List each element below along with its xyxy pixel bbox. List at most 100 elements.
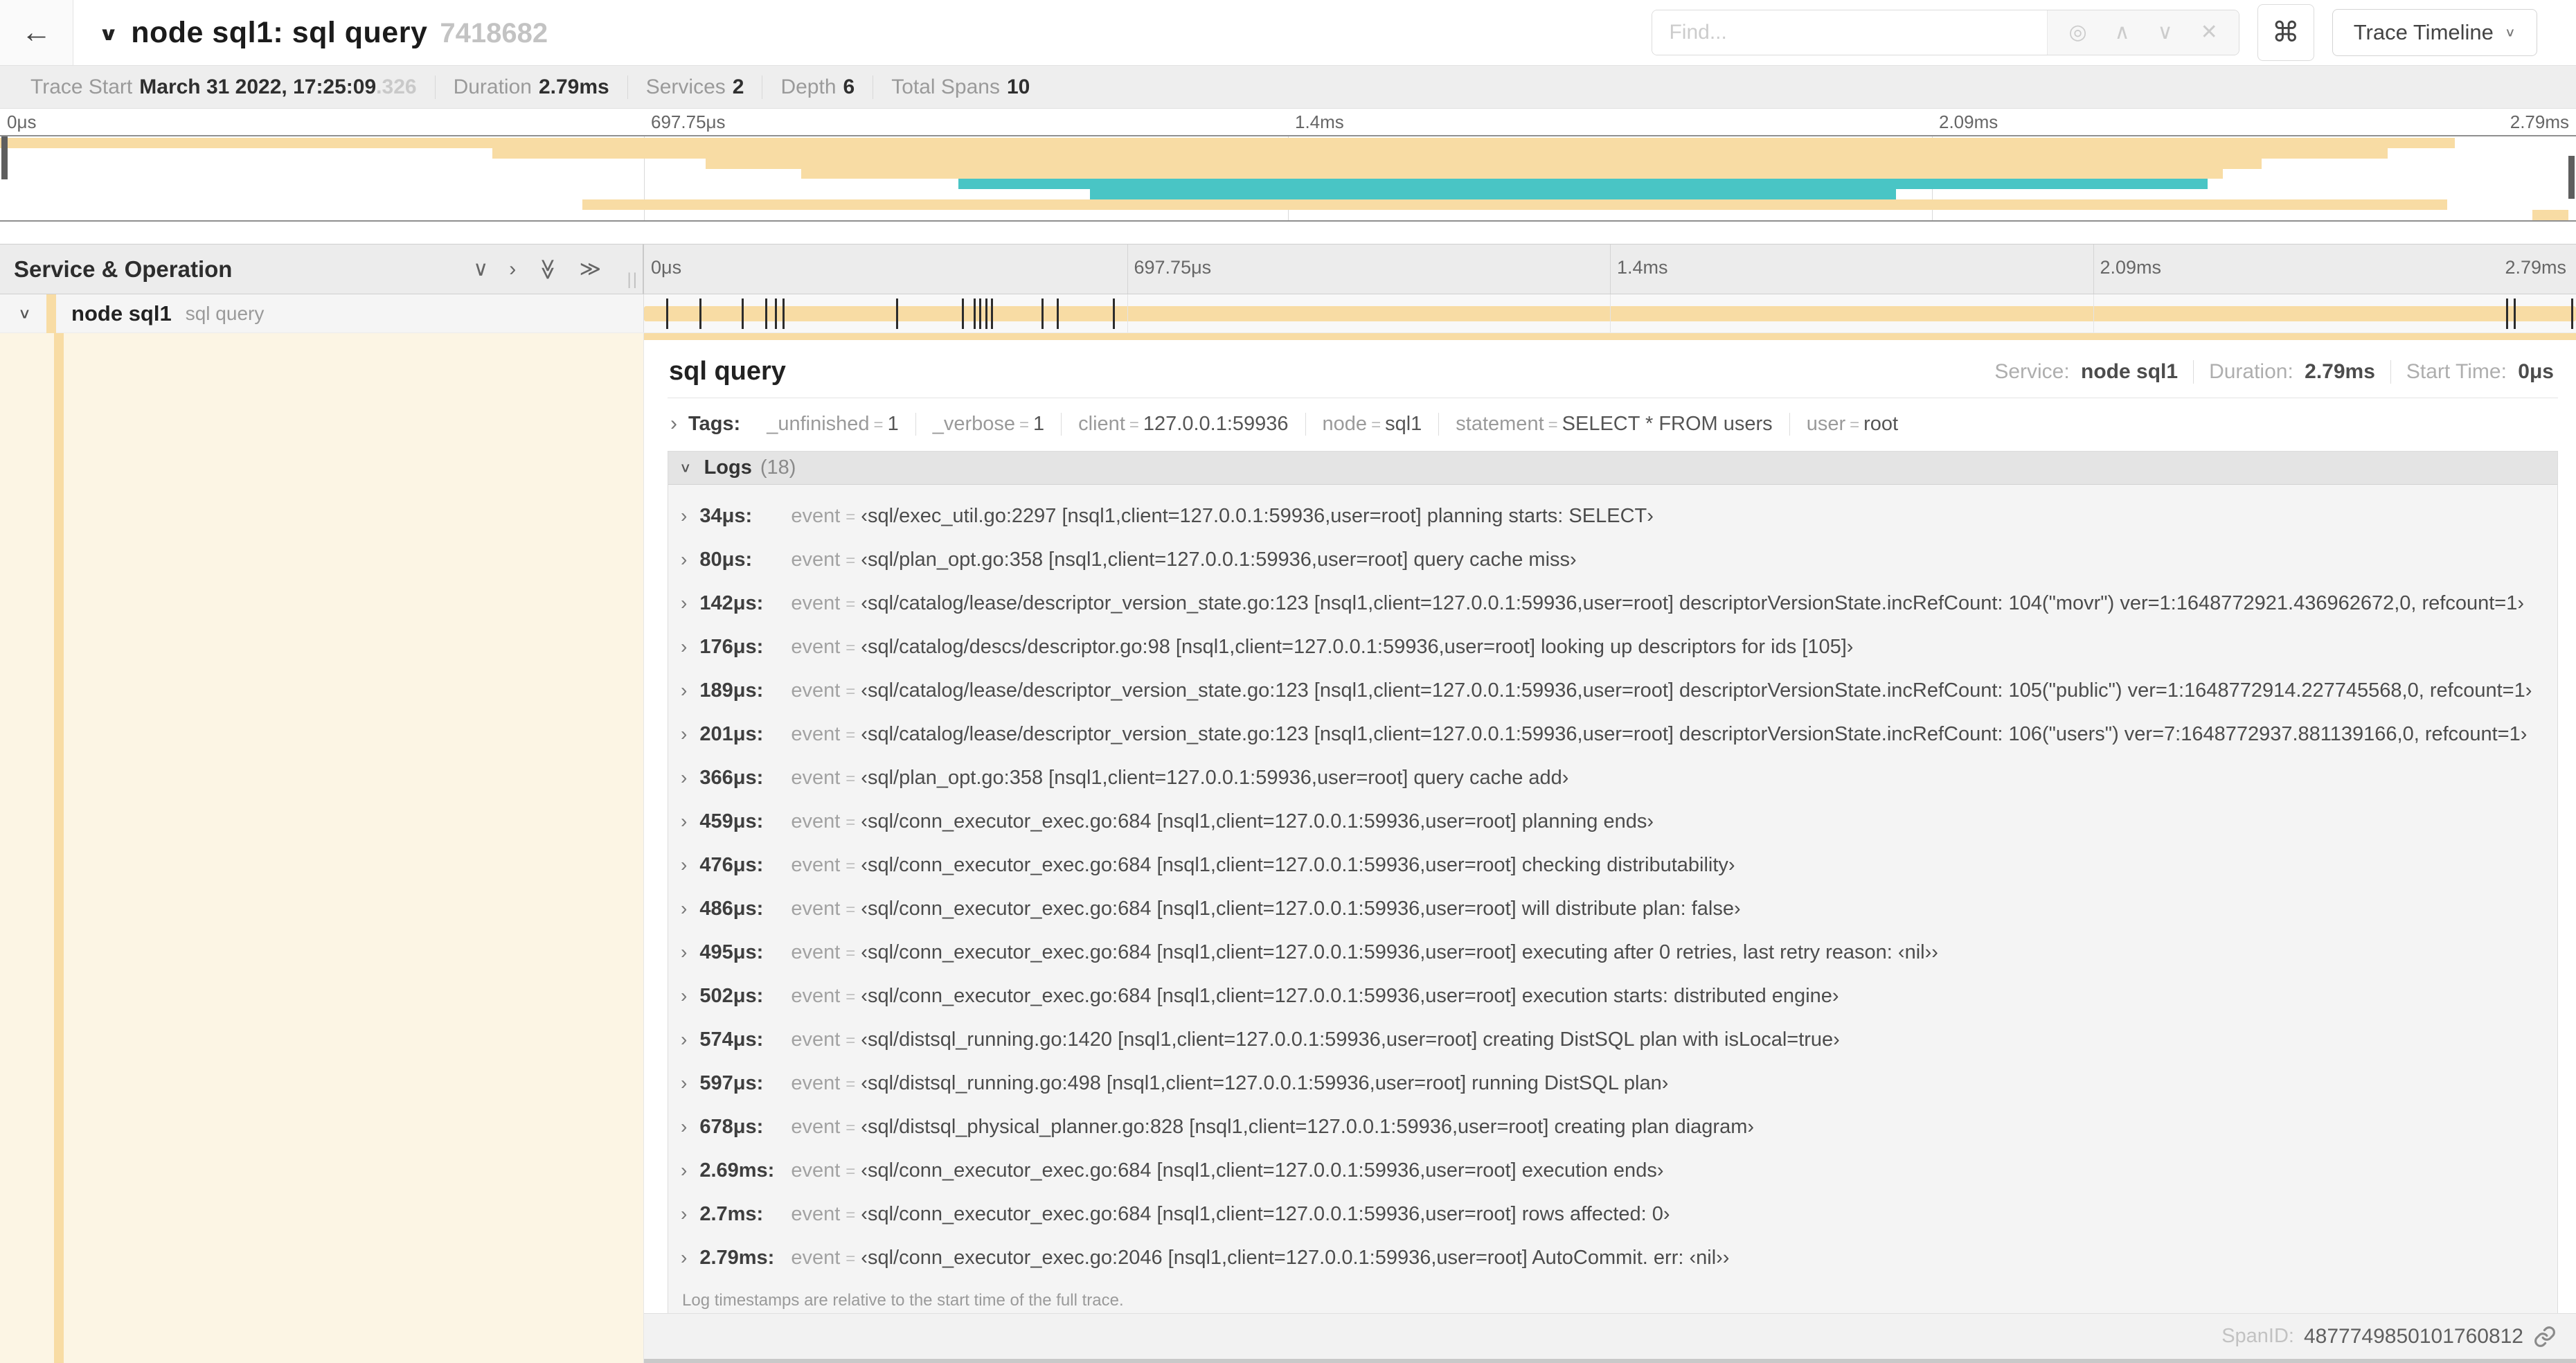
column-resizer-handle[interactable]: || bbox=[627, 270, 638, 289]
chevron-right-icon[interactable]: › bbox=[681, 549, 687, 571]
tags-row[interactable]: › Tags: _unfinished = 1 _verbose = 1 client = 12… bbox=[668, 398, 2558, 451]
log-timestamp: 459μs: bbox=[699, 810, 764, 832]
deep-link-icon[interactable] bbox=[2533, 1325, 2557, 1348]
log-row[interactable]: › 2.79ms: event = ‹sql/conn_executor_exec.go… bbox=[668, 1236, 2557, 1280]
chevron-down-icon[interactable]: ∨ bbox=[679, 460, 692, 476]
minimap-right-scrub-handle[interactable] bbox=[2568, 156, 2575, 199]
span-name-cell[interactable]: ∨ node sql1 sql query bbox=[0, 294, 644, 333]
chevron-right-icon[interactable]: › bbox=[681, 985, 687, 1007]
chevron-right-icon[interactable]: › bbox=[681, 1072, 687, 1094]
log-field-key: event bbox=[791, 985, 841, 1007]
log-row[interactable]: › 80μs: event = ‹sql/plan_opt.go:358 [nsql1,… bbox=[668, 538, 2557, 582]
logs-header[interactable]: ∨ Logs (18) bbox=[668, 452, 2557, 485]
chevron-right-icon[interactable]: › bbox=[681, 941, 687, 963]
bottom-scroll-edge bbox=[644, 1359, 2576, 1363]
log-timestamp: 189μs: bbox=[699, 679, 764, 702]
log-field-key: event bbox=[791, 549, 841, 571]
log-field-value: ‹sql/conn_executor_exec.go:684 [nsql1,cl… bbox=[861, 985, 1839, 1007]
log-field-key: event bbox=[791, 854, 841, 876]
log-tick-mark bbox=[764, 299, 767, 329]
tag-item[interactable]: user = root bbox=[1790, 413, 1915, 436]
log-equals: = bbox=[846, 639, 856, 657]
span-meta-item: Start Time: 0μs bbox=[2406, 359, 2554, 383]
log-row[interactable]: › 142μs: event = ‹sql/catalog/lease/descript… bbox=[668, 582, 2557, 625]
minimap-left-scrub-handle[interactable] bbox=[1, 136, 8, 179]
collapse-all-icon[interactable]: ≫ bbox=[537, 258, 560, 280]
close-icon[interactable]: ✕ bbox=[2201, 22, 2218, 43]
log-row[interactable]: › 574μs: event = ‹sql/distsql_running.go:142… bbox=[668, 1018, 2557, 1062]
log-field-value: ‹sql/conn_executor_exec.go:684 [nsql1,cl… bbox=[861, 810, 1654, 832]
chevron-right-icon[interactable]: › bbox=[681, 505, 687, 527]
log-field-key: event bbox=[791, 1028, 841, 1051]
chevron-down-icon[interactable]: ∨ bbox=[18, 305, 31, 322]
chevron-right-icon[interactable]: › bbox=[681, 898, 687, 920]
chevron-right-icon[interactable]: › bbox=[681, 592, 687, 614]
minimap-tick-label: 697.75μs bbox=[651, 112, 726, 132]
timeline-tick-label: 0μs bbox=[651, 257, 682, 278]
chevron-down-icon[interactable]: ∨ bbox=[2158, 22, 2173, 43]
keyboard-shortcuts-button[interactable]: ⌘ bbox=[2257, 4, 2314, 61]
log-row[interactable]: › 34μs: event = ‹sql/exec_util.go:2297 [nsql… bbox=[668, 495, 2557, 538]
chevron-up-icon[interactable]: ∧ bbox=[2115, 22, 2130, 43]
log-row[interactable]: › 597μs: event = ‹sql/distsql_running.go:498… bbox=[668, 1062, 2557, 1105]
expand-all-icon[interactable]: ≫ bbox=[580, 258, 601, 280]
log-timestamp: 34μs: bbox=[699, 505, 753, 527]
tag-item[interactable]: _verbose = 1 bbox=[916, 412, 1062, 436]
tag-item[interactable]: _unfinished = 1 bbox=[750, 412, 916, 436]
trace-summary-item: Total Spans 10 bbox=[873, 75, 1048, 99]
minimap-tick-label: 2.09ms bbox=[1939, 112, 1998, 132]
log-row[interactable]: › 176μs: event = ‹sql/catalog/descs/descript… bbox=[668, 625, 2557, 669]
view-selector-button[interactable]: Trace Timeline ∨ bbox=[2332, 9, 2537, 56]
log-tick-mark bbox=[991, 299, 994, 329]
span-detail-header: sql query Service: node sql1 Duration: 2.… bbox=[668, 350, 2558, 398]
log-row[interactable]: › 2.69ms: event = ‹sql/conn_executor_exec.go… bbox=[668, 1149, 2557, 1193]
chevron-right-icon[interactable]: › bbox=[681, 1247, 687, 1269]
log-row[interactable]: › 366μs: event = ‹sql/plan_opt.go:358 [nsql1… bbox=[668, 756, 2557, 800]
tag-item[interactable]: client = 127.0.0.1:59936 bbox=[1062, 412, 1306, 436]
minimap-canvas[interactable] bbox=[0, 135, 2576, 222]
log-row[interactable]: › 486μs: event = ‹sql/conn_executor_exec.go:… bbox=[668, 887, 2557, 931]
log-row[interactable]: › 189μs: event = ‹sql/catalog/lease/descript… bbox=[668, 669, 2557, 713]
find-input[interactable] bbox=[1652, 10, 2048, 55]
find-box: ◎ ∧ ∨ ✕ bbox=[1652, 10, 2239, 55]
timeline-tick-label: 2.09ms bbox=[2100, 257, 2162, 278]
log-timestamp: 142μs: bbox=[699, 592, 764, 614]
log-row[interactable]: › 502μs: event = ‹sql/conn_executor_exec.go:… bbox=[668, 974, 2557, 1018]
tag-item[interactable]: statement = SELECT * FROM users bbox=[1439, 412, 1790, 436]
chevron-right-icon[interactable]: › bbox=[681, 723, 687, 745]
expand-one-icon[interactable]: › bbox=[509, 258, 516, 280]
chevron-right-icon[interactable]: › bbox=[681, 1159, 687, 1182]
chevron-right-icon[interactable]: › bbox=[670, 412, 677, 436]
log-equals: = bbox=[846, 813, 856, 832]
log-row[interactable]: › 2.7ms: event = ‹sql/conn_executor_exec.go:… bbox=[668, 1193, 2557, 1236]
log-row[interactable]: › 201μs: event = ‹sql/catalog/lease/descript… bbox=[668, 713, 2557, 756]
log-field-value: ‹sql/catalog/lease/descriptor_version_st… bbox=[861, 723, 2528, 745]
log-timestamp: 366μs: bbox=[699, 767, 764, 789]
span-row: ∨ node sql1 sql query bbox=[0, 294, 2576, 333]
log-row[interactable]: › 495μs: event = ‹sql/conn_executor_exec.go:… bbox=[668, 931, 2557, 974]
log-row[interactable]: › 476μs: event = ‹sql/conn_executor_exec.go:… bbox=[668, 844, 2557, 887]
chevron-right-icon[interactable]: › bbox=[681, 854, 687, 876]
chevron-right-icon[interactable]: › bbox=[681, 810, 687, 832]
chevron-right-icon[interactable]: › bbox=[681, 1203, 687, 1225]
chevron-right-icon[interactable]: › bbox=[681, 767, 687, 789]
tag-item[interactable]: node = sql1 bbox=[1306, 412, 1440, 436]
log-tick-mark bbox=[1041, 299, 1044, 329]
log-row[interactable]: › 678μs: event = ‹sql/distsql_physical_plann… bbox=[668, 1105, 2557, 1149]
minimap-span-bar bbox=[958, 179, 2208, 190]
locate-icon[interactable]: ◎ bbox=[2068, 22, 2086, 43]
chevron-right-icon[interactable]: › bbox=[681, 636, 687, 658]
span-detail-row: sql query Service: node sql1 Duration: 2.… bbox=[0, 333, 2576, 1363]
span-timeline-cell[interactable] bbox=[644, 294, 2576, 332]
chevron-right-icon[interactable]: › bbox=[681, 679, 687, 702]
chevron-right-icon[interactable]: › bbox=[681, 1116, 687, 1138]
back-button[interactable]: ← bbox=[0, 0, 73, 65]
collapse-one-icon[interactable]: ∨ bbox=[473, 258, 488, 280]
chevron-down-icon[interactable]: ∨ bbox=[98, 23, 118, 45]
log-timestamp: 574μs: bbox=[699, 1028, 764, 1051]
log-field-value: ‹sql/distsql_running.go:498 [nsql1,clien… bbox=[861, 1072, 1669, 1094]
log-field-key: event bbox=[791, 636, 841, 658]
log-row[interactable]: › 459μs: event = ‹sql/conn_executor_exec.go:… bbox=[668, 800, 2557, 844]
chevron-right-icon[interactable]: › bbox=[681, 1028, 687, 1051]
log-tick-mark bbox=[985, 299, 987, 329]
